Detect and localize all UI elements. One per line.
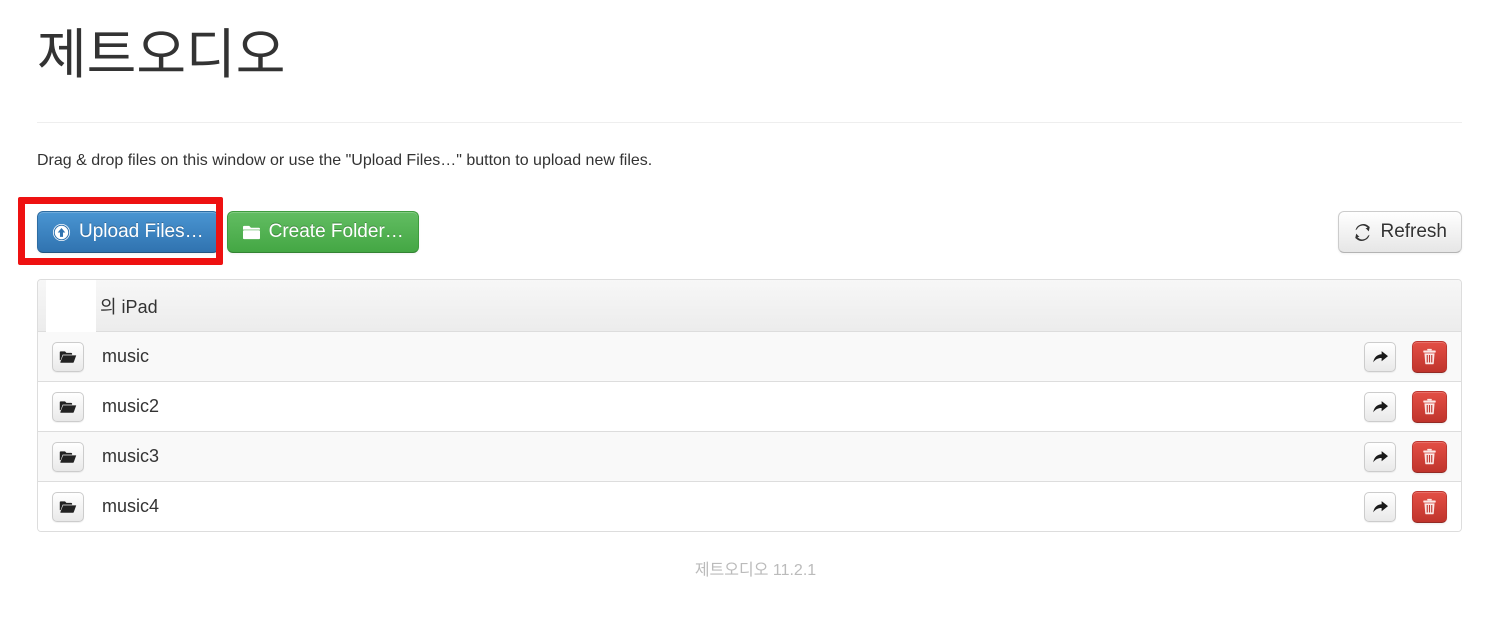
- table-row[interactable]: music4: [38, 481, 1461, 531]
- row-actions: [1364, 440, 1451, 473]
- share-arrow-icon[interactable]: [1364, 491, 1396, 522]
- file-list-header-row[interactable]: 의 iPad: [38, 280, 1461, 332]
- share-arrow-icon[interactable]: [1364, 441, 1396, 472]
- row-actions: [1364, 340, 1451, 373]
- file-manager-page: 제트오디오 Drag & drop files on this window o…: [0, 0, 1511, 638]
- file-list-table: 의 iPad music music2 music3 music4: [37, 279, 1462, 532]
- page-title: 제트오디오: [37, 25, 286, 85]
- folder-open-icon[interactable]: [52, 391, 84, 422]
- create-folder-button[interactable]: Create Folder…: [226, 211, 419, 253]
- circle-arrow-up-icon: [52, 223, 71, 242]
- row-actions: [1364, 490, 1451, 523]
- upload-files-button[interactable]: Upload Files…: [37, 211, 219, 253]
- folder-icon: [242, 224, 261, 241]
- footer-version: 제트오디오 11.2.1: [694, 562, 817, 579]
- upload-files-label: Upload Files…: [79, 221, 204, 242]
- trash-icon[interactable]: [1412, 340, 1447, 373]
- refresh-label: Refresh: [1380, 221, 1447, 242]
- file-name: music3: [102, 446, 160, 466]
- folder-open-icon[interactable]: [52, 341, 84, 372]
- redacted-name-block: [46, 280, 96, 332]
- share-arrow-icon[interactable]: [1364, 391, 1396, 422]
- folder-icon-cell: [46, 491, 90, 522]
- trash-icon[interactable]: [1412, 440, 1447, 473]
- refresh-button[interactable]: Refresh: [1338, 211, 1462, 253]
- file-name: music2: [102, 396, 160, 416]
- title-divider: [37, 122, 1462, 123]
- folder-icon-cell: [46, 391, 90, 422]
- folder-icon-cell: [46, 441, 90, 472]
- toolbar: Upload Files… Create Folder…: [37, 211, 419, 253]
- file-name: music4: [102, 496, 160, 516]
- folder-open-icon[interactable]: [52, 441, 84, 472]
- create-folder-label: Create Folder…: [268, 221, 404, 242]
- breadcrumb: 의 iPad: [46, 280, 1451, 332]
- file-name: music: [102, 346, 150, 366]
- trash-icon[interactable]: [1412, 390, 1447, 423]
- folder-icon-cell: [46, 341, 90, 372]
- intro-text: Drag & drop files on this window or use …: [37, 152, 653, 169]
- breadcrumb-label: 의 iPad: [100, 296, 158, 317]
- row-actions: [1364, 390, 1451, 423]
- trash-icon[interactable]: [1412, 490, 1447, 523]
- folder-open-icon[interactable]: [52, 491, 84, 522]
- share-arrow-icon[interactable]: [1364, 341, 1396, 372]
- table-row[interactable]: music: [38, 331, 1461, 381]
- table-row[interactable]: music2: [38, 381, 1461, 431]
- table-row[interactable]: music3: [38, 431, 1461, 481]
- refresh-icon: [1353, 223, 1372, 242]
